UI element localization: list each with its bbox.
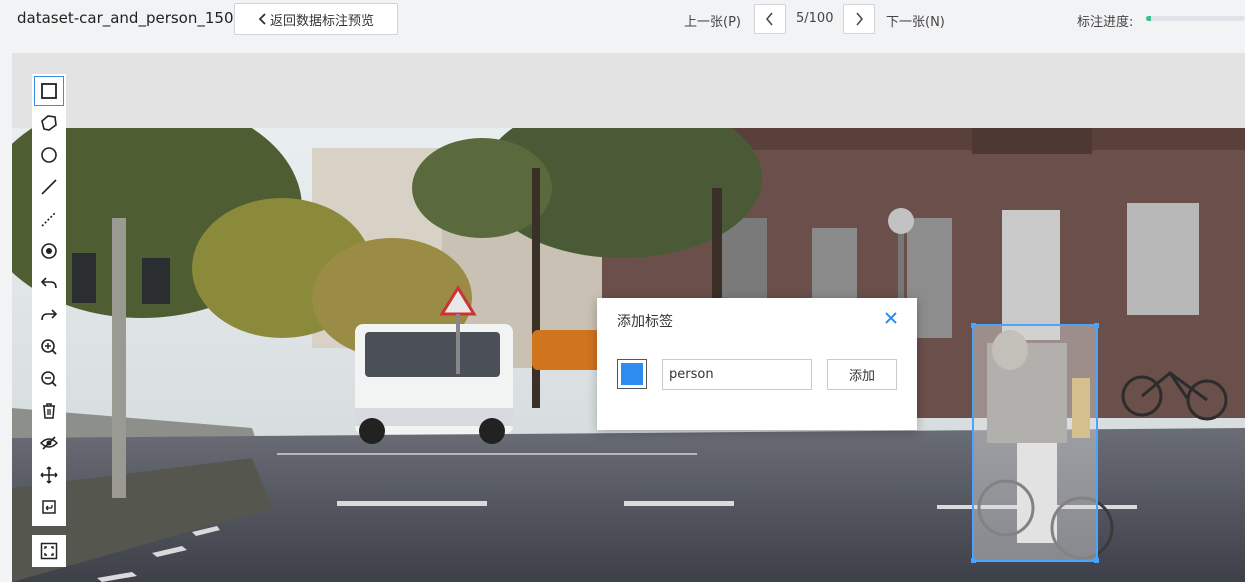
hide-tool[interactable] [34,428,64,458]
zoom-in-tool[interactable] [34,332,64,362]
redo-tool[interactable] [34,300,64,330]
move-icon [40,466,58,484]
chevron-left-icon [766,12,773,26]
progress-fill [1146,16,1151,21]
resize-handle[interactable] [1094,323,1099,328]
fit-screen-icon [40,542,58,560]
delete-tool[interactable] [34,396,64,426]
line-tool[interactable] [34,172,64,202]
next-image-button[interactable] [843,4,875,34]
undo-icon [40,277,57,289]
progress-bar [1146,16,1245,21]
zoom-out-icon [41,371,57,387]
top-bar: dataset-car_and_person_150 返回数据标注预览 上一张(… [0,0,1245,38]
resize-handle[interactable] [1094,558,1099,563]
prev-image-button[interactable] [754,4,786,34]
progress-label: 标注进度: [1077,15,1134,30]
zoom-out-tool[interactable] [34,364,64,394]
close-icon [885,312,897,324]
dataset-name: dataset-car_and_person_150 [17,9,234,27]
move-tool[interactable] [34,460,64,490]
annotation-bounding-box[interactable] [971,323,1099,563]
circle-tool[interactable] [34,140,64,170]
resize-handle[interactable] [971,323,976,328]
annotation-toolbar [32,74,66,526]
dialog-close-button[interactable] [881,308,901,328]
point-tool[interactable] [34,236,64,266]
line-icon [41,179,57,195]
polygon-tool[interactable] [34,108,64,138]
prev-image-label[interactable]: 上一张(P) [684,11,741,30]
circle-icon [41,147,57,163]
dashed-line-tool[interactable] [34,204,64,234]
back-button-label: 返回数据标注预览 [269,13,374,29]
dialog-title: 添加标签 [617,314,673,330]
dashed-line-icon [41,211,57,227]
resize-handle[interactable] [971,558,976,563]
reset-icon [42,500,56,514]
redo-icon [41,309,58,321]
zoom-in-icon [41,339,57,355]
point-icon [41,243,57,259]
label-color-picker[interactable] [617,359,647,389]
rectangle-icon [41,83,57,99]
back-to-preview-button[interactable]: 返回数据标注预览 [234,3,398,35]
label-color-fill [621,363,643,385]
polygon-icon [41,115,57,131]
next-image-label[interactable]: 下一张(N) [886,11,945,30]
add-label-dialog: 添加标签 添加 [597,298,917,430]
label-name-input[interactable] [662,359,812,390]
chevron-right-icon [856,12,863,26]
undo-tool[interactable] [34,268,64,298]
add-label-button[interactable]: 添加 [827,359,897,390]
chevron-left-icon [258,13,266,25]
hide-icon [40,436,58,450]
fit-screen-button[interactable] [32,535,66,567]
page-indicator: 5/100 [796,11,834,26]
reset-tool[interactable] [34,492,64,522]
delete-icon [43,403,55,419]
rectangle-tool[interactable] [34,76,64,106]
